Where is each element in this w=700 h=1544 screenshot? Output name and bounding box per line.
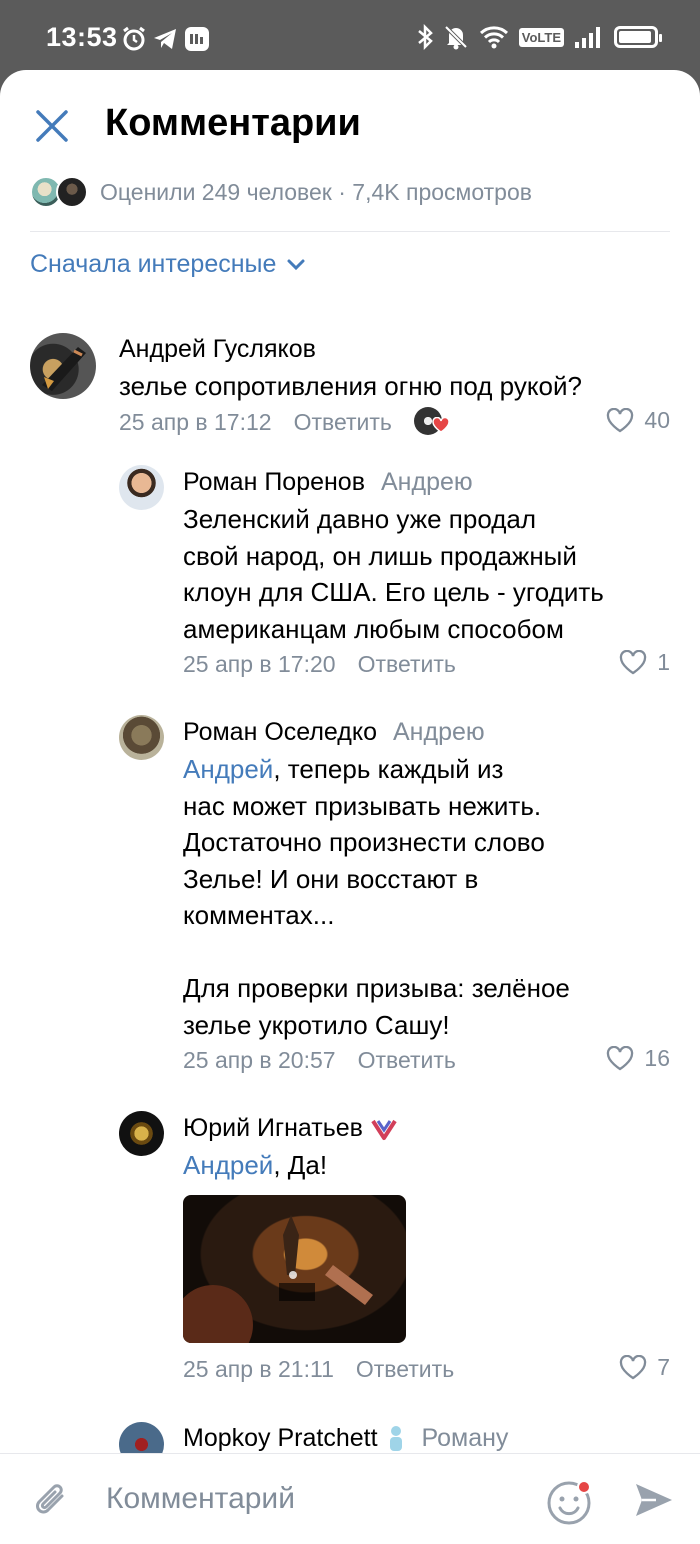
stats-text: Оценили 249 человек · 7,4K просмотров [100,178,532,205]
mention-link[interactable]: Андрей [183,1150,273,1180]
heart-outline-icon [620,649,647,674]
reply-button[interactable]: Ответить [358,1047,456,1074]
comment-date: 25 апр в 17:12 [119,408,272,435]
comment-date: 25 апр в 21:11 [183,1356,334,1382]
comment-author[interactable]: Андрей Гусляков [119,335,316,364]
comment-author[interactable]: Юрий Игнатьев [183,1114,397,1143]
like-count: 16 [644,1045,670,1071]
status-left-icons [122,26,210,52]
sort-dropdown[interactable]: Сначала интересные [30,250,306,279]
wifi-icon [479,26,508,49]
status-bar: 13:53 VoLTE [0,0,700,70]
reply-to: Андрею [393,718,485,746]
reply-to: Роману [421,1424,509,1452]
comment-text: Андрей, теперь каждый из нас может призы… [183,751,683,1043]
reactions-summary[interactable]: Оценили 249 человек · 7,4K просмотров [30,174,532,210]
avatar[interactable] [119,715,164,760]
comment-author[interactable]: Роман Поренов Андрею [183,468,473,497]
comment-date: 25 апр в 20:57 [183,1047,336,1073]
like-button[interactable]: 16 [606,1045,670,1072]
avatar-art [42,347,86,391]
comment-text: Зеленский давно уже продал свой народ, о… [183,501,683,647]
reply-button[interactable]: Ответить [294,409,392,436]
heart-outline-icon [620,1354,647,1379]
comment-body: , Да! [273,1150,328,1180]
comment-input[interactable] [106,1476,506,1522]
comment-body: , теперь каждый из нас может призывать н… [183,754,570,1040]
emoji-icon[interactable] [546,1478,594,1526]
paperclip-icon[interactable] [32,1478,72,1522]
author-name: Андрей Гусляков [119,335,316,363]
comment-body: Зеленский давно уже продал свой народ, о… [183,504,604,644]
figure-badge-icon [389,1425,402,1451]
reply-button[interactable]: Ответить [358,651,456,678]
comment-text: зелье сопротивления огню под рукой? [119,368,679,405]
like-button[interactable]: 40 [606,407,670,434]
comment-meta: 25 апр в 17:20 Ответить [183,651,456,678]
avatar[interactable] [119,465,164,510]
comment-author[interactable]: Роман Оселедко Андрею [183,718,485,747]
avatar [56,176,88,208]
author-name: Юрий Игнатьев [183,1114,363,1142]
heart-outline-icon [607,407,634,432]
like-count: 40 [644,407,670,433]
volte-badge: VoLTE [518,27,564,47]
like-button[interactable]: 7 [619,1354,670,1381]
like-count: 7 [657,1354,670,1380]
bluetooth-icon [417,24,433,50]
comment-text: Андрей, Да! [183,1147,683,1184]
comment-meta: 25 апр в 20:57 Ответить [183,1047,456,1074]
author-name: Роман Поренов [183,468,365,496]
heart-filled-icon [432,417,450,433]
heart-outline-icon [607,1045,634,1070]
avatar[interactable] [119,1111,164,1156]
reply-button[interactable]: Ответить [356,1356,454,1383]
comments-sheet: Комментарии Оценили 249 человек · 7,4K п… [0,70,700,1544]
like-count: 1 [657,649,670,675]
chevron-down-icon [287,259,305,270]
like-button[interactable]: 1 [619,649,670,676]
page-title: Комментарии [105,102,361,144]
avatar[interactable] [30,333,96,399]
comment-input-bar [0,1453,700,1544]
comment-meta: 25 апр в 17:12 Ответить [119,407,450,437]
divider [30,231,670,232]
comment-author[interactable]: Mopkoy Pratchett Роману [183,1424,508,1453]
reply-to: Андрею [381,468,473,496]
mention-link[interactable]: Андрей [183,754,273,784]
mute-bell-icon [444,25,468,50]
vk-app-icon [185,27,209,51]
alarm-icon [123,26,145,51]
comment-date: 25 апр в 17:20 [183,651,336,677]
author-name: Роман Оселедко [183,718,377,746]
status-right-icons: VoLTE [417,24,662,50]
telegram-icon [154,29,176,49]
status-time: 13:53 [46,22,118,52]
author-liked-badge [413,407,450,437]
verified-badge-icon [371,1119,397,1140]
comment-meta: 25 апр в 21:11 Ответить [183,1356,454,1383]
author-name: Mopkoy Pratchett [183,1424,378,1452]
signal-icon [575,27,600,48]
battery-icon [614,26,662,48]
comment-body: зелье сопротивления огню под рукой? [119,371,582,401]
game-scene-art [183,1215,373,1343]
send-icon[interactable] [632,1478,676,1522]
comment-attachment-image[interactable] [183,1195,406,1343]
close-icon[interactable] [30,104,74,148]
sort-label: Сначала интересные [30,250,277,278]
